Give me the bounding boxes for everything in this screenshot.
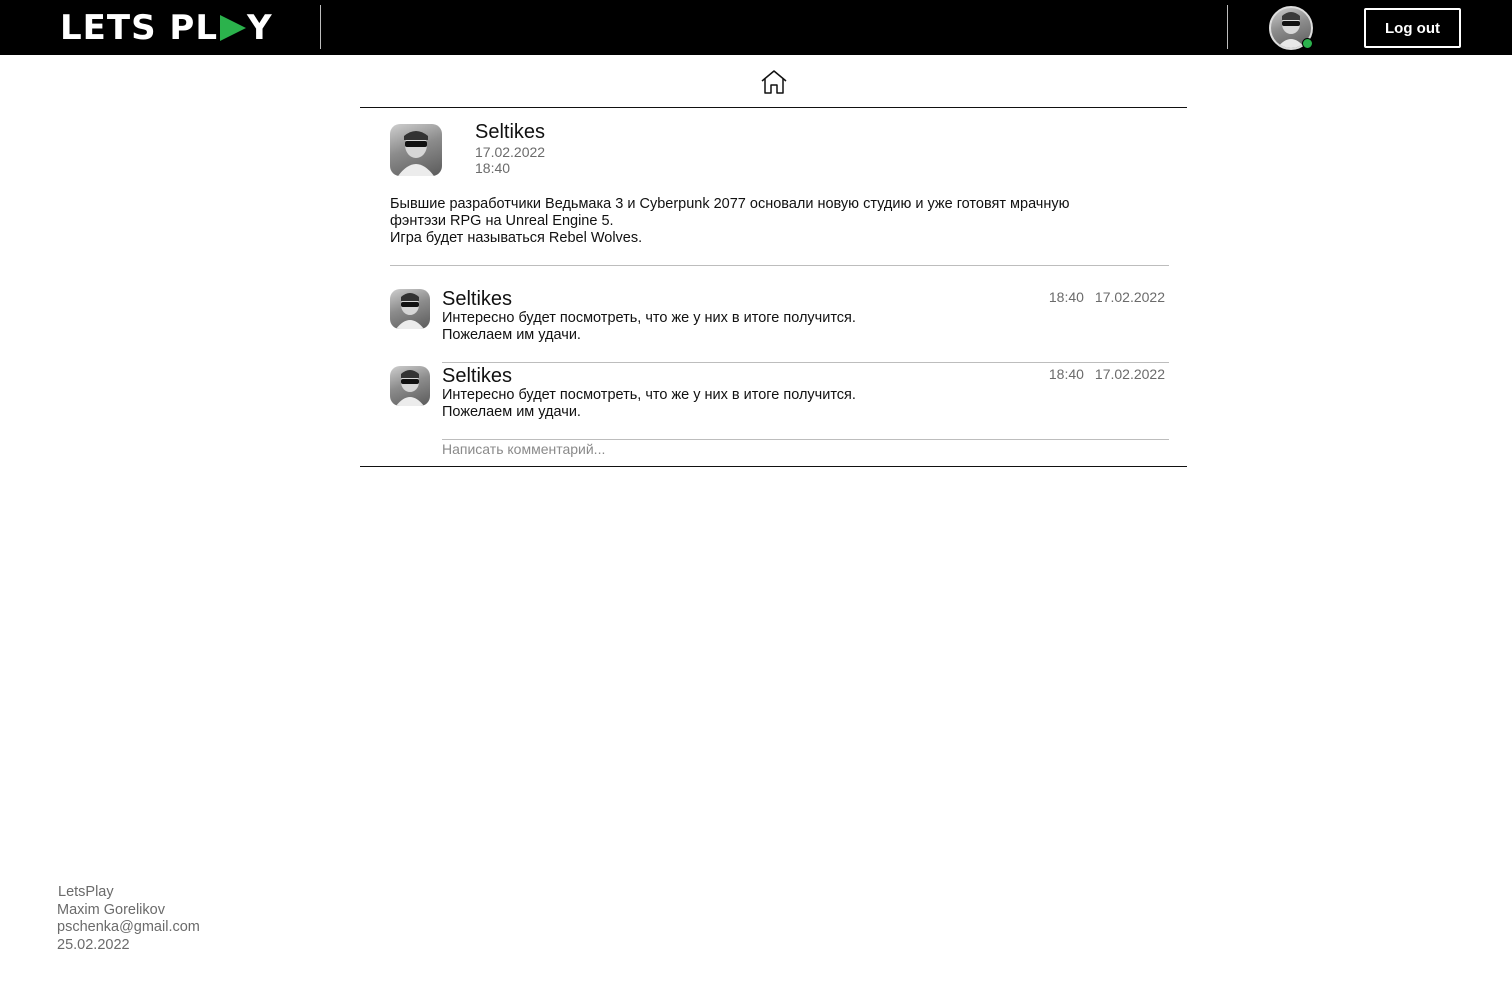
site-logo[interactable]: LETS PL Y — [60, 8, 273, 48]
logout-button[interactable]: Log out — [1364, 8, 1461, 48]
comment-meta: 18:40 17.02.2022 — [1049, 366, 1165, 382]
header-divider-left — [320, 5, 321, 49]
post-divider — [390, 265, 1169, 266]
comment-body: Интересно будет посмотреть, что же у них… — [442, 310, 856, 344]
comment-author-name[interactable]: Seltikes — [442, 288, 512, 311]
comment-item: Seltikes 18:40 17.02.2022 Интересно буде… — [390, 286, 1169, 363]
play-triangle-icon — [220, 15, 246, 41]
post-body-line: Игра будет называться Rebel Wolves. — [390, 230, 643, 246]
footer-email[interactable]: pschenka@gmail.com — [57, 919, 200, 937]
post-author-avatar[interactable] — [390, 124, 442, 176]
post-body-line: Бывшие разработчики Ведьмака 3 и Cyberpu… — [390, 196, 1070, 212]
comment-date: 17.02.2022 — [1094, 366, 1165, 382]
comment-item: Seltikes 18:40 17.02.2022 Интересно буде… — [390, 363, 1169, 440]
page-footer: LetsPlay Maxim Gorelikov pschenka@gmail.… — [57, 884, 200, 954]
post-author-name[interactable]: Seltikes — [475, 121, 545, 144]
comment-time: 18:40 — [1048, 366, 1084, 382]
comment-avatar-image — [396, 293, 424, 329]
comment-avatar-image — [396, 370, 424, 406]
footer-date: 25.02.2022 — [57, 936, 130, 953]
home-icon[interactable] — [760, 68, 788, 96]
comment-date: 17.02.2022 — [1094, 289, 1165, 305]
comment-meta: 18:40 17.02.2022 — [1049, 289, 1165, 305]
comment-line: Пожелаем им удачи. — [442, 327, 581, 343]
comment-line: Пожелаем им удачи. — [442, 404, 581, 420]
post-card: Seltikes 17.02.2022 18:40 Бывшие разрабо… — [360, 107, 1187, 467]
post-body: Бывшие разработчики Ведьмака 3 и Cyberpu… — [390, 196, 1150, 247]
comment-author-name[interactable]: Seltikes — [442, 365, 512, 388]
header-divider-right — [1227, 5, 1228, 49]
post-body-line: фэнтэзи RPG на Unreal Engine 5. — [390, 213, 614, 229]
logo-text-end: Y — [247, 8, 273, 48]
top-header: LETS PL Y Log out — [0, 0, 1512, 55]
comment-input[interactable] — [442, 439, 1169, 459]
comment-line: Интересно будет посмотреть, что же у них… — [442, 310, 856, 326]
comment-author-avatar[interactable] — [390, 366, 430, 406]
comment-time: 18:40 — [1048, 289, 1084, 305]
logo-text-start: LETS PL — [60, 8, 218, 48]
online-status-dot — [1302, 38, 1313, 49]
comment-author-avatar[interactable] — [390, 289, 430, 329]
footer-site-name: LetsPlay — [58, 884, 114, 900]
post-date: 17.02.2022 — [475, 144, 546, 160]
post-avatar-image — [398, 131, 434, 176]
comment-body: Интересно будет посмотреть, что же у них… — [442, 387, 856, 421]
comment-line: Интересно будет посмотреть, что же у них… — [442, 387, 856, 403]
footer-author: Maxim Gorelikov — [57, 901, 165, 918]
post-time: 18:40 — [475, 160, 511, 176]
